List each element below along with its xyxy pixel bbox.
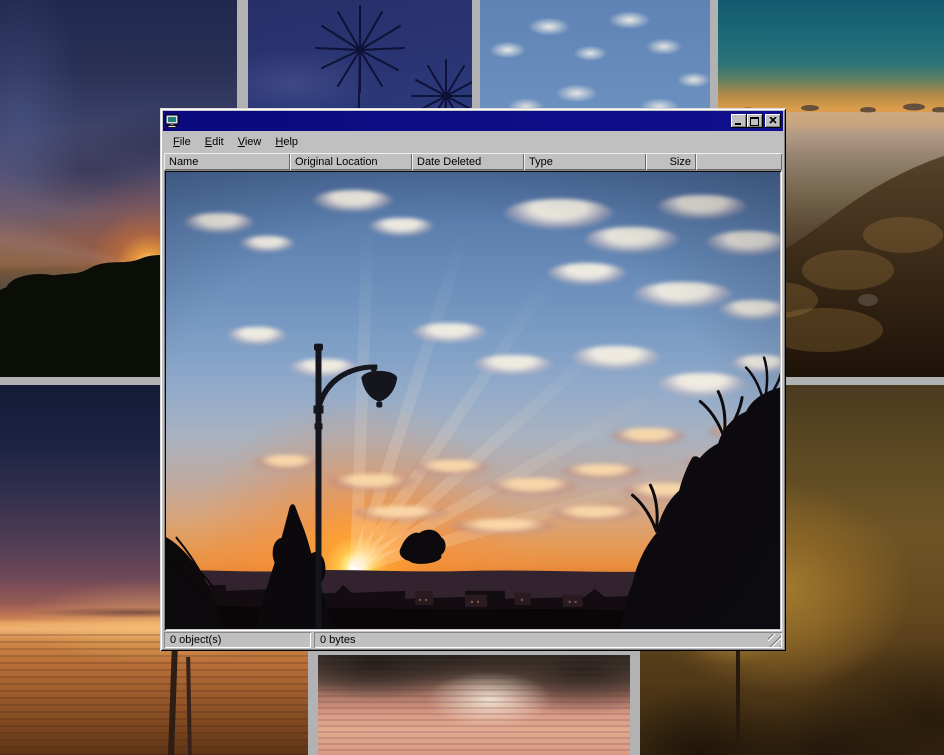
column-header-original-location[interactable]: Original Location xyxy=(290,153,412,170)
computer-icon xyxy=(165,114,180,129)
sunset-lamp-photo xyxy=(166,172,780,629)
menu-edit[interactable]: Edit xyxy=(198,134,231,151)
close-button[interactable] xyxy=(765,114,781,128)
minimize-button[interactable] xyxy=(731,114,747,128)
resize-grip[interactable] xyxy=(768,634,781,647)
window-titlebar[interactable] xyxy=(163,111,783,131)
menu-view[interactable]: View xyxy=(231,134,269,151)
menu-file-label: ile xyxy=(180,136,191,148)
desktop-photo-pink-water-reflection xyxy=(318,655,630,755)
recycle-bin-window: File Edit View Help Name Original Locati… xyxy=(160,108,786,651)
vignette xyxy=(166,172,780,629)
menu-file[interactable]: File xyxy=(166,134,198,151)
column-header-size[interactable]: Size xyxy=(646,153,696,170)
menu-view-hotkey: V xyxy=(238,136,245,148)
minimize-icon xyxy=(735,123,741,125)
column-header-date-deleted[interactable]: Date Deleted xyxy=(412,153,524,170)
menu-help-label: elp xyxy=(283,136,298,148)
water-ripples xyxy=(318,655,630,755)
menu-bar: File Edit View Help xyxy=(163,132,783,152)
column-header-name[interactable]: Name xyxy=(164,153,290,170)
menu-edit-hotkey: E xyxy=(205,136,212,148)
status-bar: 0 object(s) 0 bytes xyxy=(164,632,782,648)
column-header-type[interactable]: Type xyxy=(524,153,646,170)
status-size: 0 bytes xyxy=(314,632,782,648)
menu-help[interactable]: Help xyxy=(268,134,305,151)
menu-view-label: iew xyxy=(245,136,262,148)
status-object-count: 0 object(s) xyxy=(164,632,311,648)
menu-edit-label: dit xyxy=(212,136,224,148)
window-controls xyxy=(731,114,781,128)
maximize-icon xyxy=(750,117,759,126)
status-size-label: 0 bytes xyxy=(320,634,355,646)
column-header-blank[interactable] xyxy=(696,153,782,170)
close-icon xyxy=(769,117,777,124)
menu-file-hotkey: F xyxy=(173,136,180,148)
column-headers: Name Original Location Date Deleted Type… xyxy=(164,153,782,170)
file-list-area[interactable] xyxy=(164,170,782,631)
maximize-button[interactable] xyxy=(747,114,763,128)
desktop: File Edit View Help Name Original Locati… xyxy=(0,0,944,755)
thin-pole xyxy=(736,647,740,755)
